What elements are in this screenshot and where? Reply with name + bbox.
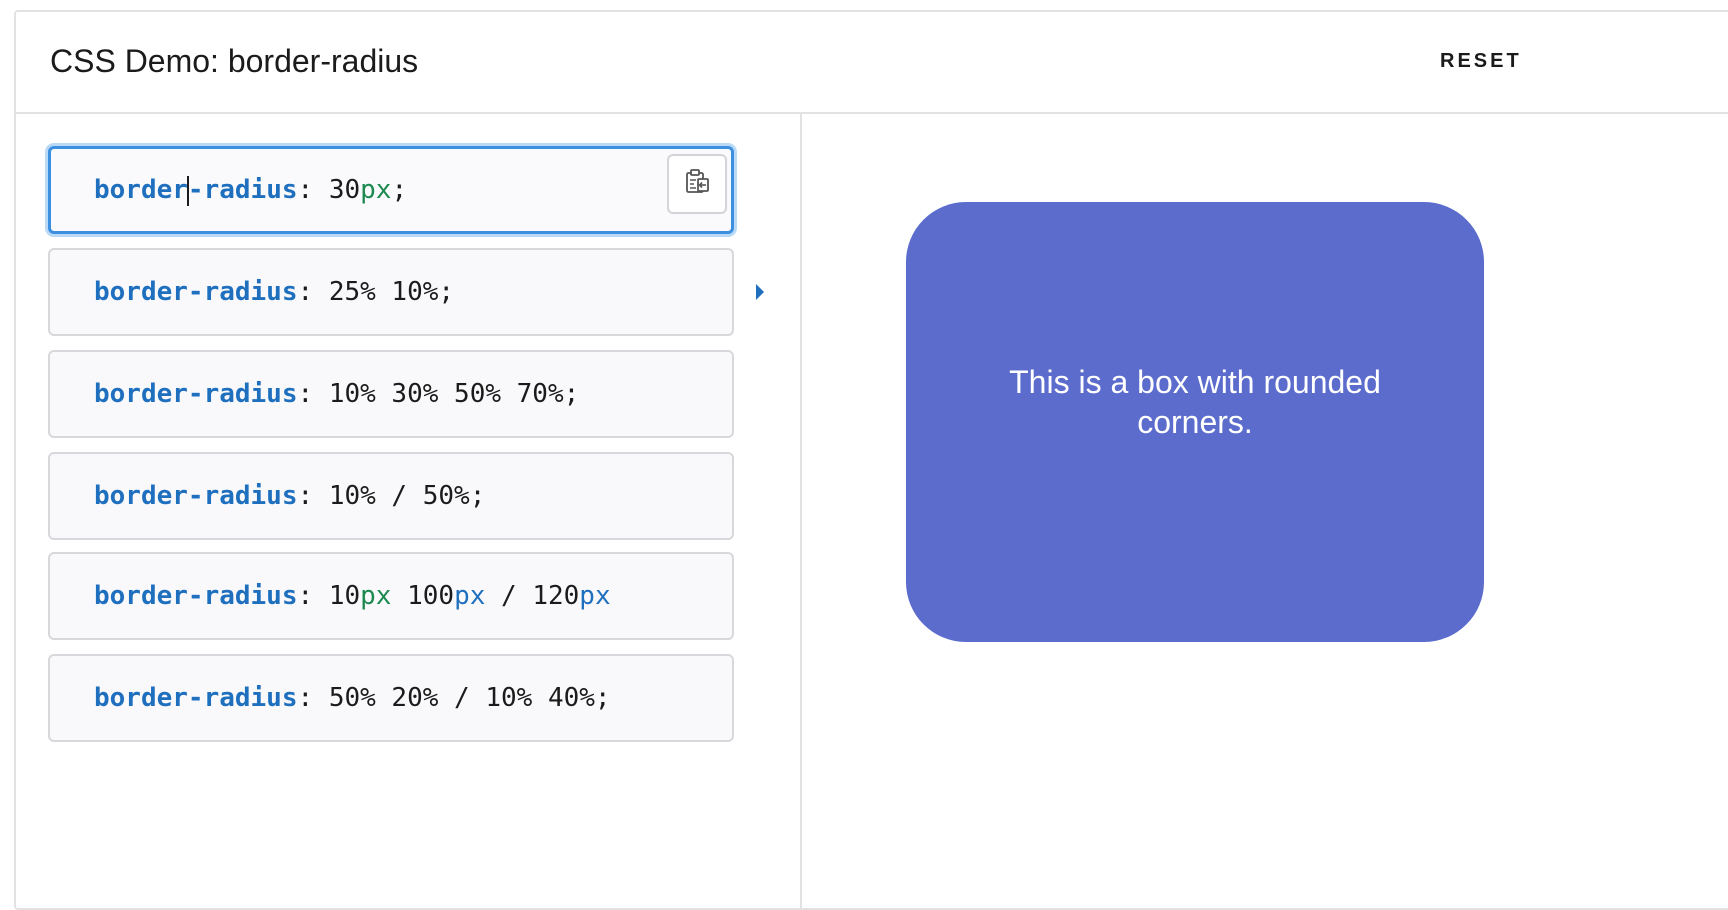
code-line[interactable]: border-radius: 10% 30% 50% 70%;	[94, 352, 579, 436]
css-value: 10% / 50%;	[328, 481, 486, 511]
choice-border-radius-mixed[interactable]: border-radius: 50% 20% / 10% 40%;	[48, 654, 734, 742]
clipboard-copy-icon	[682, 167, 712, 202]
value-unit: px	[360, 581, 392, 611]
value-terminator: ;	[391, 175, 408, 205]
choice-border-radius-30px[interactable]: border-radius: 30px;	[48, 146, 734, 234]
css-property: border-radius	[94, 581, 298, 611]
css-property-start: border	[94, 175, 188, 205]
separator: :	[297, 481, 329, 511]
choice-border-radius-four-values[interactable]: border-radius: 10% 30% 50% 70%;	[48, 350, 734, 438]
css-property: border-radius	[94, 379, 298, 409]
reset-button[interactable]: RESET	[1440, 50, 1522, 73]
editor-pane: border-radius: 30px; border-radius: 25% …	[16, 114, 802, 908]
css-property-end: -radius	[187, 175, 298, 205]
css-value: 50% 20% / 10% 40%;	[328, 683, 611, 713]
demo-box-text: This is a box with rounded corners.	[1009, 364, 1381, 440]
copy-button[interactable]	[667, 154, 727, 214]
css-value: 25% 10%;	[328, 277, 455, 307]
value-number: 30	[328, 175, 361, 205]
code-line[interactable]: border-radius: 10px 100px / 120px	[94, 554, 611, 638]
css-demo-panel: CSS Demo: border-radius RESET border-rad…	[14, 10, 1728, 910]
value-number: 10	[328, 581, 361, 611]
separator: :	[297, 277, 329, 307]
demo-header: CSS Demo: border-radius RESET	[16, 12, 1728, 114]
code-line[interactable]: border-radius: 10% / 50%;	[94, 454, 485, 538]
css-property: border-radius	[94, 277, 298, 307]
value-unit: px	[360, 175, 392, 205]
separator: :	[297, 683, 329, 713]
value-unit: px	[454, 581, 486, 611]
choice-border-radius-px-slash[interactable]: border-radius: 10px 100px / 120px	[48, 552, 734, 640]
separator: :	[297, 175, 329, 205]
code-line[interactable]: border-radius: 25% 10%;	[94, 250, 454, 334]
value-number: / 120	[485, 581, 580, 611]
css-value: 10% 30% 50% 70%;	[328, 379, 580, 409]
code-line[interactable]: border-radius: 50% 20% / 10% 40%;	[94, 656, 611, 740]
css-property: border-radius	[94, 175, 298, 206]
separator: :	[297, 581, 329, 611]
value-unit: px	[579, 581, 611, 611]
selected-indicator-arrow-icon	[756, 284, 764, 300]
value-number: 100	[391, 581, 455, 611]
demo-title: CSS Demo: border-radius	[50, 43, 419, 79]
choice-border-radius-elliptical[interactable]: border-radius: 10% / 50%;	[48, 452, 734, 540]
css-property: border-radius	[94, 683, 298, 713]
rounded-demo-box: This is a box with rounded corners.	[906, 202, 1484, 642]
output-pane: This is a box with rounded corners.	[802, 114, 1728, 908]
separator: :	[297, 379, 329, 409]
code-line[interactable]: border-radius: 30px;	[94, 149, 407, 231]
css-property: border-radius	[94, 481, 298, 511]
choice-border-radius-25-10[interactable]: border-radius: 25% 10%;	[48, 248, 734, 336]
